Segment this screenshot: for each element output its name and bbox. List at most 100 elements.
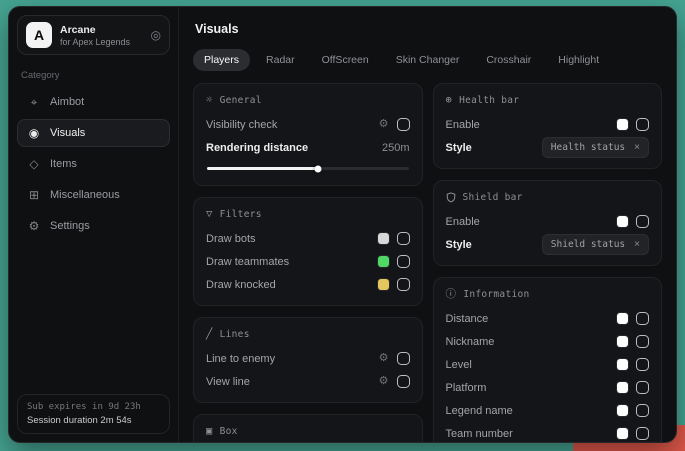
session-duration-text: Session duration 2m 54s xyxy=(27,415,160,426)
section-header: Shield bar xyxy=(446,192,650,203)
setting-row: Draw teammates xyxy=(206,251,410,272)
checkbox[interactable] xyxy=(636,404,649,417)
section-header: ▽ Filters xyxy=(206,209,410,220)
checkbox[interactable] xyxy=(397,375,410,388)
sidebar-nav-item[interactable]: ⊞ Miscellaneous xyxy=(17,181,170,209)
lines-rows: Line to enemy ⚙ View line ⚙ xyxy=(206,348,410,392)
row-label: Legend name xyxy=(446,405,513,417)
color-swatch[interactable] xyxy=(378,256,389,267)
setting-row: Style Shield status × xyxy=(446,234,650,255)
sub-expires-text: Sub expires in 9d 23h xyxy=(27,402,160,412)
information-rows: Distance Nickname Level Platform Legend … xyxy=(446,308,650,442)
color-swatch[interactable] xyxy=(617,359,628,370)
setting-row: Enable xyxy=(446,211,650,232)
sidebar-nav-item[interactable]: ◉ Visuals xyxy=(17,119,170,147)
shield-style-select[interactable]: Shield status × xyxy=(542,234,649,255)
clear-icon[interactable]: × xyxy=(634,239,640,250)
gear-icon[interactable]: ⚙ xyxy=(379,353,389,364)
color-swatch[interactable] xyxy=(378,279,389,290)
row-controls xyxy=(617,118,649,131)
nav-item-label: Aimbot xyxy=(50,96,84,108)
nav-item-label: Visuals xyxy=(50,127,85,139)
crosshair-icon[interactable]: ◎ xyxy=(151,28,161,42)
setting-row: Rendering distance 250m xyxy=(206,137,410,158)
section-box: ▣ Box Enable Enable background xyxy=(193,414,423,442)
row-label: Draw teammates xyxy=(206,256,289,268)
section-title: Shield bar xyxy=(463,192,523,203)
color-swatch[interactable] xyxy=(617,428,628,439)
section-lines: ╱ Lines Line to enemy ⚙ View line ⚙ xyxy=(193,317,423,403)
checkbox[interactable] xyxy=(636,335,649,348)
color-swatch[interactable] xyxy=(617,382,628,393)
checkbox[interactable] xyxy=(397,352,410,365)
row-controls: ⚙ xyxy=(379,352,410,365)
left-column: ☼ General Visibility check ⚙ Rendering d… xyxy=(193,83,423,430)
sidebar-nav-item[interactable]: ⚙ Settings xyxy=(17,212,170,240)
tab[interactable]: Skin Changer xyxy=(385,49,471,71)
checkbox[interactable] xyxy=(397,255,410,268)
setting-row: Team number xyxy=(446,423,650,442)
section-header: ▣ Box xyxy=(206,426,410,437)
aimbot-crosshair-icon: ⌖ xyxy=(27,96,41,108)
color-swatch[interactable] xyxy=(617,336,628,347)
row-controls xyxy=(617,215,649,228)
color-swatch[interactable] xyxy=(617,216,628,227)
row-controls xyxy=(617,358,649,371)
tab[interactable]: OffScreen xyxy=(311,49,380,71)
row-controls xyxy=(617,381,649,394)
row-controls: ⚙ xyxy=(379,118,410,131)
row-label: Style xyxy=(446,239,472,251)
visibility-check-checkbox[interactable] xyxy=(397,118,410,131)
gear-icon[interactable]: ⚙ xyxy=(379,119,389,130)
setting-row: Visibility check ⚙ xyxy=(206,114,410,135)
checkbox[interactable] xyxy=(636,358,649,371)
setting-row: Style Health status × xyxy=(446,137,650,158)
slider-fill xyxy=(207,167,318,170)
slider-thumb[interactable] xyxy=(314,165,321,172)
checkbox[interactable] xyxy=(636,381,649,394)
shield-enable-checkbox[interactable] xyxy=(636,215,649,228)
tab[interactable]: Players xyxy=(193,49,250,71)
info-icon: ⓘ xyxy=(446,289,457,300)
setting-row: Line to enemy ⚙ xyxy=(206,348,410,369)
gear-icon[interactable]: ⚙ xyxy=(379,376,389,387)
color-swatch[interactable] xyxy=(378,233,389,244)
miscellaneous-grid-icon: ⊞ xyxy=(27,189,41,201)
checkbox[interactable] xyxy=(397,278,410,291)
row-label: Draw bots xyxy=(206,233,256,245)
section-filters: ▽ Filters Draw bots Draw teammates Draw … xyxy=(193,197,423,306)
settings-gear-icon: ⚙ xyxy=(27,220,41,232)
tab-label: Skin Changer xyxy=(396,54,460,66)
row-label: Enable xyxy=(446,119,480,131)
health-enable-checkbox[interactable] xyxy=(636,118,649,131)
color-swatch[interactable] xyxy=(617,313,628,324)
line-icon: ╱ xyxy=(206,329,213,340)
checkbox[interactable] xyxy=(636,312,649,325)
clear-icon[interactable]: × xyxy=(634,142,640,153)
checkbox[interactable] xyxy=(636,427,649,440)
checkbox[interactable] xyxy=(397,232,410,245)
tab-label: Players xyxy=(204,54,239,66)
tab[interactable]: Highlight xyxy=(547,49,610,71)
rendering-distance-slider[interactable] xyxy=(207,167,409,170)
setting-row: Platform xyxy=(446,377,650,398)
section-title: Filters xyxy=(220,209,262,220)
tab-label: Radar xyxy=(266,54,295,66)
tab[interactable]: Radar xyxy=(255,49,306,71)
tab[interactable]: Crosshair xyxy=(475,49,542,71)
setting-row: Enable xyxy=(446,114,650,135)
row-controls xyxy=(617,312,649,325)
color-swatch[interactable] xyxy=(617,405,628,416)
general-icon: ☼ xyxy=(206,95,213,106)
app-logo: A xyxy=(26,22,52,48)
section-information: ⓘ Information Distance Nickname Level Pl… xyxy=(433,277,663,442)
sidebar-nav-item[interactable]: ◇ Items xyxy=(17,150,170,178)
sidebar-nav-item[interactable]: ⌖ Aimbot xyxy=(17,88,170,116)
tab-bar: Players Radar OffScreen Skin Changer Cro… xyxy=(193,49,662,71)
tab-label: Crosshair xyxy=(486,54,531,66)
app-title-block: Arcane for Apex Legends xyxy=(60,24,130,47)
visuals-eye-icon: ◉ xyxy=(27,127,41,139)
color-swatch[interactable] xyxy=(617,119,628,130)
health-style-select[interactable]: Health status × xyxy=(542,137,649,158)
row-label: Draw knocked xyxy=(206,279,276,291)
